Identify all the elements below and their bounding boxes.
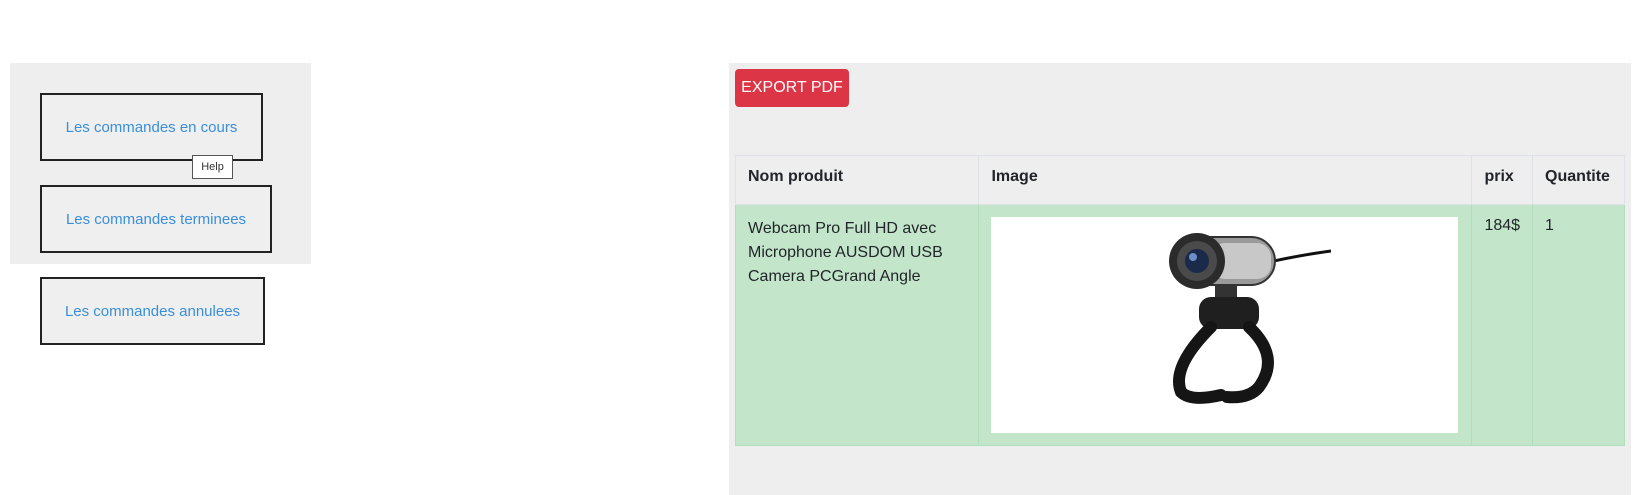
orders-completed-label: Les commandes terminees [65, 210, 247, 228]
export-pdf-button[interactable]: EXPORT PDF [735, 69, 849, 107]
order-items-table: Nom produit Image prix Quantite Webcam P… [734, 155, 1625, 446]
cell-quantity: 1 [1532, 204, 1625, 446]
help-tooltip: Help [192, 155, 233, 179]
export-pdf-label: EXPORT PDF [741, 79, 843, 96]
table-row: Webcam Pro Full HD avec Microphone AUSDO… [734, 204, 1625, 446]
table-header-row: Nom produit Image prix Quantite [734, 155, 1625, 205]
cell-product-name: Webcam Pro Full HD avec Microphone AUSDO… [734, 204, 980, 446]
header-price: prix [1471, 155, 1534, 205]
header-product-name: Nom produit [734, 155, 980, 205]
cell-image [978, 204, 1473, 446]
header-image: Image [978, 155, 1473, 205]
order-details-panel: EXPORT PDF Nom produit Image prix Quanti… [729, 63, 1631, 495]
page: Les commandes en cours Les commandes ter… [0, 0, 1649, 495]
orders-in-progress-label: Les commandes en cours [65, 118, 238, 136]
help-tooltip-text: Help [201, 161, 224, 173]
product-image [991, 217, 1459, 433]
cell-price: 184$ [1471, 204, 1534, 446]
orders-completed-button[interactable]: Les commandes terminees [40, 185, 272, 253]
webcam-icon [1169, 233, 1332, 404]
orders-in-progress-button[interactable]: Les commandes en cours [40, 93, 263, 161]
orders-cancelled-button[interactable]: Les commandes annulees [40, 277, 265, 345]
orders-cancelled-label: Les commandes annulees [64, 302, 241, 320]
header-quantity: Quantite [1532, 155, 1625, 205]
